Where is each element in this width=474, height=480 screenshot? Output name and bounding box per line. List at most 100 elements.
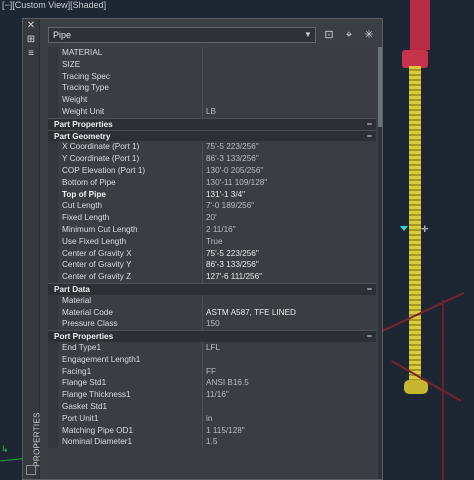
property-row[interactable]: MATERIAL: [48, 47, 376, 59]
property-row[interactable]: COP Elevation (Port 1) 130'-0 205/256": [48, 164, 376, 177]
property-row[interactable]: Flange Thickness1 11/16": [48, 389, 376, 401]
property-value[interactable]: 130'-11 109/128": [206, 177, 376, 189]
grip-marker-icon[interactable]: [400, 226, 408, 231]
pick-add-icon[interactable]: ⌖: [342, 28, 356, 42]
property-value[interactable]: LFL: [206, 342, 376, 354]
property-row[interactable]: Top of Pipe 131'-1 3/4": [48, 188, 376, 201]
property-value[interactable]: 1 115/128": [206, 425, 376, 437]
category-part-data[interactable]: Part Data −: [48, 282, 376, 295]
property-row[interactable]: Nominal Diameter1 1.5: [48, 436, 376, 449]
row-margin: [48, 247, 58, 260]
property-value[interactable]: 1.5: [206, 436, 376, 448]
property-row[interactable]: Material: [48, 294, 376, 307]
row-margin: [48, 212, 58, 224]
property-row[interactable]: Matching Pipe OD1 1 115/128": [48, 424, 376, 437]
column-divider: [202, 259, 203, 272]
column-divider: [202, 141, 203, 154]
palette-menu-icon[interactable]: ≡: [26, 49, 36, 59]
chevron-down-icon[interactable]: ▼: [303, 28, 313, 42]
object-type-selector[interactable]: Pipe ▼: [48, 27, 316, 43]
property-grid-scrollbar[interactable]: [378, 47, 382, 479]
properties-palette: ✕ ⊞ ≡ PROPERTIES Pipe ▼ ⊡ ⌖ ✳ MATERIAL SI…: [22, 18, 383, 480]
property-row[interactable]: Tracing Spec: [48, 70, 376, 83]
select-objects-icon[interactable]: ⊡: [322, 28, 336, 42]
property-row[interactable]: Bottom of Pipe 130'-11 109/128": [48, 176, 376, 189]
row-margin: [48, 235, 58, 248]
property-row[interactable]: Y Coordinate (Port 1) 86'-3 133/256": [48, 153, 376, 165]
column-divider: [202, 58, 203, 71]
property-value[interactable]: 150: [206, 318, 376, 330]
property-row[interactable]: Minimum Cut Length 2 11/16": [48, 223, 376, 236]
property-value[interactable]: True: [206, 236, 376, 248]
category-port-properties[interactable]: Port Properties −: [48, 330, 376, 342]
column-divider: [202, 223, 203, 236]
palette-title-strip[interactable]: ✕ ⊞ ≡ PROPERTIES: [23, 19, 42, 479]
property-value[interactable]: 7'-0 189/256": [206, 200, 376, 212]
column-divider: [202, 164, 203, 177]
row-margin: [48, 82, 58, 95]
property-label: Engagement Length1: [62, 354, 141, 364]
property-value[interactable]: 11/16": [206, 389, 376, 401]
property-value[interactable]: 75'-5 223/256": [206, 141, 376, 153]
property-row[interactable]: Engagement Length1: [48, 353, 376, 366]
column-divider: [202, 247, 203, 260]
property-value[interactable]: 127'-6 111/256": [206, 271, 376, 283]
crosshair-cursor-icon: ✛: [421, 224, 429, 234]
property-value[interactable]: 86'-3 133/256": [206, 153, 376, 165]
property-value[interactable]: FF: [206, 366, 376, 378]
quick-select-icon[interactable]: ✳: [362, 28, 376, 42]
property-row[interactable]: Tracing Type: [48, 82, 376, 95]
row-margin: [48, 424, 58, 437]
property-value[interactable]: ASTM A587, TFE LINED: [206, 307, 376, 319]
property-label: Material: [62, 295, 92, 305]
pipe-fitting-top[interactable]: [410, 0, 430, 50]
viewport-controls-label[interactable]: [−][Custom View][Shaded]: [2, 0, 106, 10]
property-row[interactable]: Use Fixed Length True: [48, 235, 376, 248]
property-grid[interactable]: MATERIAL SIZE Tracing Spec Tracing Type Weig…: [48, 47, 376, 479]
column-divider: [202, 318, 203, 331]
category-part-geometry[interactable]: Part Geometry −: [48, 129, 376, 142]
property-value[interactable]: 2 11/16": [206, 224, 376, 236]
row-margin: [48, 70, 58, 83]
property-value[interactable]: 130'-0 205/256": [206, 165, 376, 177]
column-divider: [202, 47, 203, 59]
property-label: Port Unit1: [62, 413, 99, 423]
close-icon[interactable]: ✕: [26, 21, 36, 31]
structure-brace: [391, 360, 462, 402]
property-value[interactable]: LB: [206, 106, 376, 118]
row-margin: [48, 164, 58, 177]
property-label: SIZE: [62, 59, 81, 69]
property-value[interactable]: 20': [206, 212, 376, 224]
column-divider: [202, 353, 203, 366]
auto-hide-icon[interactable]: ⊞: [26, 35, 36, 45]
property-row[interactable]: Port Unit1 in: [48, 412, 376, 425]
property-row[interactable]: Center of Gravity Y 86'-3 133/256": [48, 259, 376, 272]
category-part-properties[interactable]: Part Properties −: [48, 117, 376, 130]
property-row[interactable]: End Type1 LFL: [48, 341, 376, 354]
property-label: Center of Gravity Y: [62, 260, 132, 270]
property-row[interactable]: Flange Std1 ANSI B16.5: [48, 377, 376, 390]
structure-column: [442, 300, 444, 480]
scrollbar-thumb[interactable]: [378, 47, 382, 127]
palette-settings-icon[interactable]: [26, 465, 36, 475]
property-row[interactable]: Center of Gravity X 75'-5 223/256": [48, 247, 376, 260]
property-row[interactable]: Center of Gravity Z 127'-6 111/256": [48, 271, 376, 283]
property-row[interactable]: Pressure Class 150: [48, 318, 376, 331]
property-value[interactable]: ANSI B16.5: [206, 377, 376, 389]
property-value[interactable]: 75'-5 223/256": [206, 248, 376, 260]
property-value[interactable]: 131'-1 3/4": [206, 189, 376, 201]
property-value[interactable]: 86'-3 133/256": [206, 259, 376, 271]
property-row[interactable]: X Coordinate (Port 1) 75'-5 223/256": [48, 141, 376, 154]
property-row[interactable]: Fixed Length 20': [48, 212, 376, 224]
property-row[interactable]: SIZE: [48, 58, 376, 71]
property-label: Weight: [62, 95, 88, 105]
property-row[interactable]: Weight Unit LB: [48, 105, 376, 118]
property-row[interactable]: Facing1 FF: [48, 365, 376, 378]
property-row[interactable]: Cut Length 7'-0 189/256": [48, 200, 376, 213]
row-margin: [48, 341, 58, 354]
property-value[interactable]: in: [206, 413, 376, 425]
property-row[interactable]: Material Code ASTM A587, TFE LINED: [48, 306, 376, 319]
property-row[interactable]: Weight: [48, 94, 376, 106]
property-row[interactable]: Gasket Std1: [48, 400, 376, 413]
column-divider: [202, 424, 203, 437]
